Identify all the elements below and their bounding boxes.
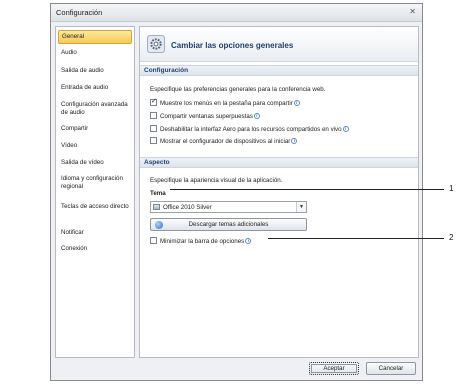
panel-title: Cambiar las opciones generales xyxy=(171,41,294,50)
download-themes-button[interactable]: Descargar temas adicionales xyxy=(150,218,307,231)
accept-button[interactable]: Aceptar xyxy=(309,362,359,375)
sidebar-item-audio-output[interactable]: Salida de audio xyxy=(58,65,132,77)
sidebar-item-share[interactable]: Compartir xyxy=(58,123,132,135)
aspect-description: Especifique la apariencia visual de la a… xyxy=(150,177,283,184)
info-icon[interactable]: i xyxy=(293,99,300,106)
sidebar-item-video[interactable]: Vídeo xyxy=(58,140,132,152)
checkbox[interactable] xyxy=(150,112,157,119)
settings-dialog: Configuración ✕ General Audio Salida de … xyxy=(50,3,423,381)
close-icon[interactable]: ✕ xyxy=(409,7,416,16)
info-icon[interactable]: i xyxy=(291,137,298,144)
configuration-description: Especifique las preferencias generales p… xyxy=(150,86,326,93)
check-icon: ✓ xyxy=(151,98,157,105)
sidebar-item-label: Teclas de acceso directo xyxy=(61,203,129,210)
settings-sidebar: General Audio Salida de audio Entrada de… xyxy=(55,26,135,358)
option-show-menus[interactable]: ✓ Muestre los menús en la pestaña para co… xyxy=(150,98,300,109)
sidebar-item-shortcuts[interactable]: Teclas de acceso directo xyxy=(58,201,132,213)
download-themes-label: Descargar temas adicionales xyxy=(188,221,269,228)
checkbox[interactable] xyxy=(150,125,157,132)
info-icon[interactable]: i xyxy=(245,237,252,244)
theme-value: Office 2010 Silver xyxy=(163,204,212,211)
cancel-label: Cancelar xyxy=(378,365,404,372)
window-title: Configuración xyxy=(56,8,103,17)
sidebar-item-label: Entrada de audio xyxy=(61,84,109,91)
accept-label: Aceptar xyxy=(323,365,345,372)
gear-icon xyxy=(147,35,165,53)
chevron-down-icon[interactable]: ▼ xyxy=(296,202,306,212)
option-label: Compartir ventanas superpuestas xyxy=(160,113,253,121)
panel-header: Cambiar las opciones generales xyxy=(140,27,418,62)
sidebar-item-label: Compartir xyxy=(61,125,89,132)
sidebar-item-language[interactable]: Idioma y configuración regional xyxy=(58,173,132,192)
sidebar-item-advanced-audio[interactable]: Configuración avanzada de audio xyxy=(58,99,132,118)
option-share-overlapping[interactable]: Compartir ventanas superpuestas i xyxy=(150,112,260,122)
sidebar-item-label: Conexión xyxy=(61,245,88,252)
option-label: Deshabilitar la interfaz Aero para los r… xyxy=(160,126,342,134)
sidebar-item-label: Audio xyxy=(61,49,77,56)
sidebar-item-audio-input[interactable]: Entrada de audio xyxy=(58,82,132,94)
sidebar-item-audio[interactable]: Audio xyxy=(58,47,132,59)
checkbox[interactable] xyxy=(150,137,157,144)
option-show-device-config[interactable]: Mostrar el configurador de dispositivos … xyxy=(150,137,298,147)
cancel-button[interactable]: Cancelar xyxy=(366,362,416,375)
option-label: Muestre los menús en la pestaña para com… xyxy=(160,100,293,108)
info-icon[interactable]: i xyxy=(342,125,349,132)
sidebar-item-video-output[interactable]: Salida de vídeo xyxy=(58,157,132,169)
sidebar-item-label: Configuración avanzada de audio xyxy=(61,101,128,116)
callout-line-2 xyxy=(268,238,444,239)
sidebar-item-label: Salida de vídeo xyxy=(61,159,104,166)
sidebar-item-label: General xyxy=(62,33,85,40)
sidebar-item-label: Idioma y configuración regional xyxy=(61,175,123,190)
checkbox[interactable]: ✓ xyxy=(150,98,157,106)
checkbox[interactable] xyxy=(150,237,157,244)
title-bar: Configuración ✕ xyxy=(51,4,422,22)
callout-line-1 xyxy=(170,189,444,190)
sidebar-item-label: Notificar xyxy=(61,229,84,236)
settings-panel: Cambiar las opciones generales Configura… xyxy=(139,26,419,358)
sidebar-item-connection[interactable]: Conexión xyxy=(58,243,132,255)
theme-label: Tema xyxy=(150,190,166,197)
sidebar-item-notify[interactable]: Notificar xyxy=(58,227,132,239)
option-minimize-ribbon[interactable]: Minimizar la barra de opciones i xyxy=(150,237,252,247)
callout-number-2: 2 xyxy=(449,233,454,242)
sidebar-item-general[interactable]: General xyxy=(58,30,132,44)
section-aspect: Aspecto xyxy=(140,157,418,168)
theme-swatch-icon xyxy=(153,204,160,210)
callout-number-1: 1 xyxy=(449,184,454,193)
sidebar-item-label: Vídeo xyxy=(61,142,78,149)
globe-icon xyxy=(155,221,163,229)
theme-select[interactable]: Office 2010 Silver ▼ xyxy=(150,201,307,213)
section-configuration: Configuración xyxy=(140,65,418,76)
option-disable-aero[interactable]: Deshabilitar la interfaz Aero para los r… xyxy=(150,125,349,135)
option-label: Mostrar el configurador de dispositivos … xyxy=(160,138,291,146)
info-icon[interactable]: i xyxy=(253,112,260,119)
sidebar-item-label: Salida de audio xyxy=(61,67,104,74)
option-label: Minimizar la barra de opciones xyxy=(160,238,245,246)
